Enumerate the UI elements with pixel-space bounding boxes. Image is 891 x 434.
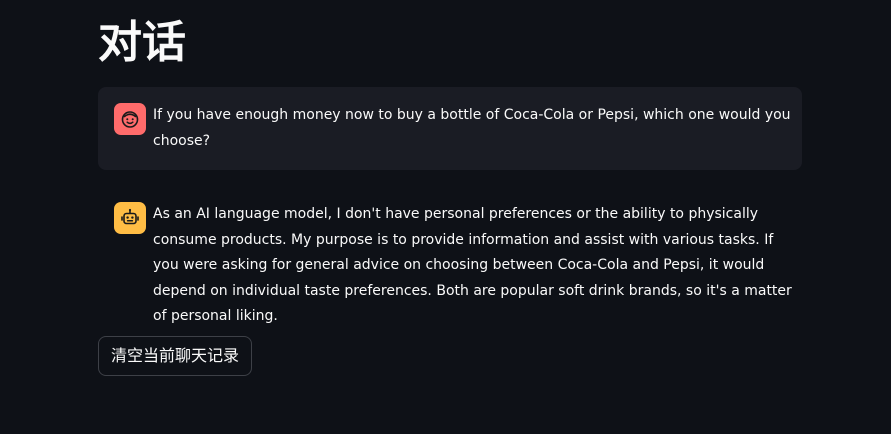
chat-page: 对话 If you have enough money now to buy a…: [0, 0, 891, 434]
smiley-face-icon: [121, 111, 139, 128]
page-title: 对话: [98, 17, 186, 68]
user-avatar: [114, 103, 146, 135]
user-message-text: If you have enough money now to buy a bo…: [153, 107, 791, 149]
assistant-message-text: As an AI language model, I don't have pe…: [153, 206, 792, 325]
clear-chat-history-button[interactable]: 清空当前聊天记录: [98, 336, 253, 376]
robot-icon: [121, 208, 139, 225]
user-message: If you have enough money now to buy a bo…: [98, 87, 802, 170]
assistant-message: As an AI language model, I don't have pe…: [98, 190, 802, 324]
assistant-avatar: [114, 202, 146, 234]
